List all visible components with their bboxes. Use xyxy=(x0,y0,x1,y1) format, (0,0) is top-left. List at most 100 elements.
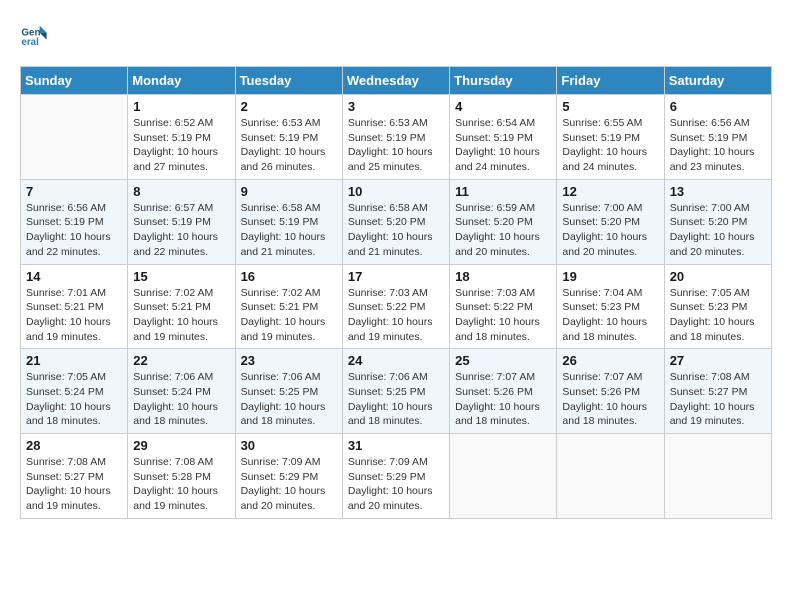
calendar-header-sunday: Sunday xyxy=(21,67,128,95)
calendar-cell: 22 Sunrise: 7:06 AM Sunset: 5:24 PM Dayli… xyxy=(128,349,235,434)
calendar-cell: 24 Sunrise: 7:06 AM Sunset: 5:25 PM Dayli… xyxy=(342,349,449,434)
day-detail: Sunrise: 6:52 AM Sunset: 5:19 PM Dayligh… xyxy=(133,116,229,175)
day-number: 19 xyxy=(562,269,658,284)
day-detail: Sunrise: 7:04 AM Sunset: 5:23 PM Dayligh… xyxy=(562,286,658,345)
day-detail: Sunrise: 7:03 AM Sunset: 5:22 PM Dayligh… xyxy=(348,286,444,345)
day-detail: Sunrise: 6:57 AM Sunset: 5:19 PM Dayligh… xyxy=(133,201,229,260)
day-number: 25 xyxy=(455,353,551,368)
day-detail: Sunrise: 7:08 AM Sunset: 5:27 PM Dayligh… xyxy=(26,455,122,514)
day-number: 3 xyxy=(348,99,444,114)
day-detail: Sunrise: 6:58 AM Sunset: 5:20 PM Dayligh… xyxy=(348,201,444,260)
day-number: 4 xyxy=(455,99,551,114)
day-detail: Sunrise: 6:56 AM Sunset: 5:19 PM Dayligh… xyxy=(26,201,122,260)
day-detail: Sunrise: 6:53 AM Sunset: 5:19 PM Dayligh… xyxy=(241,116,337,175)
day-number: 24 xyxy=(348,353,444,368)
calendar-cell xyxy=(557,434,664,519)
day-number: 5 xyxy=(562,99,658,114)
day-number: 17 xyxy=(348,269,444,284)
calendar-cell: 6Sunrise: 6:56 AM Sunset: 5:19 PM Daylig… xyxy=(664,95,771,180)
day-detail: Sunrise: 6:53 AM Sunset: 5:19 PM Dayligh… xyxy=(348,116,444,175)
day-detail: Sunrise: 7:09 AM Sunset: 5:29 PM Dayligh… xyxy=(348,455,444,514)
calendar-cell xyxy=(664,434,771,519)
day-number: 14 xyxy=(26,269,122,284)
svg-text:eral: eral xyxy=(21,37,39,48)
calendar-header-thursday: Thursday xyxy=(450,67,557,95)
calendar-cell: 19 Sunrise: 7:04 AM Sunset: 5:23 PM Dayli… xyxy=(557,264,664,349)
day-number: 29 xyxy=(133,438,229,453)
day-number: 2 xyxy=(241,99,337,114)
day-detail: Sunrise: 7:02 AM Sunset: 5:21 PM Dayligh… xyxy=(133,286,229,345)
day-number: 27 xyxy=(670,353,766,368)
day-detail: Sunrise: 7:02 AM Sunset: 5:21 PM Dayligh… xyxy=(241,286,337,345)
calendar-cell: 20Sunrise: 7:05 AM Sunset: 5:23 PM Dayli… xyxy=(664,264,771,349)
calendar: SundayMondayTuesdayWednesdayThursdayFrid… xyxy=(20,66,772,519)
calendar-cell: 10Sunrise: 6:58 AM Sunset: 5:20 PM Dayli… xyxy=(342,179,449,264)
day-number: 22 xyxy=(133,353,229,368)
day-number: 30 xyxy=(241,438,337,453)
calendar-cell: 26 Sunrise: 7:07 AM Sunset: 5:26 PM Dayli… xyxy=(557,349,664,434)
day-detail: Sunrise: 7:06 AM Sunset: 5:24 PM Dayligh… xyxy=(133,370,229,429)
day-detail: Sunrise: 7:01 AM Sunset: 5:21 PM Dayligh… xyxy=(26,286,122,345)
calendar-week-row: 21 Sunrise: 7:05 AM Sunset: 5:24 PM Dayli… xyxy=(21,349,772,434)
day-number: 8 xyxy=(133,184,229,199)
calendar-cell: 12 Sunrise: 7:00 AM Sunset: 5:20 PM Dayli… xyxy=(557,179,664,264)
day-number: 13 xyxy=(670,184,766,199)
calendar-cell: 11 Sunrise: 6:59 AM Sunset: 5:20 PM Dayli… xyxy=(450,179,557,264)
day-detail: Sunrise: 7:06 AM Sunset: 5:25 PM Dayligh… xyxy=(348,370,444,429)
day-number: 26 xyxy=(562,353,658,368)
day-number: 12 xyxy=(562,184,658,199)
logo-icon: Gen eral xyxy=(20,20,48,48)
day-detail: Sunrise: 6:55 AM Sunset: 5:19 PM Dayligh… xyxy=(562,116,658,175)
calendar-cell: 4 Sunrise: 6:54 AM Sunset: 5:19 PM Daylig… xyxy=(450,95,557,180)
calendar-cell: 18Sunrise: 7:03 AM Sunset: 5:22 PM Dayli… xyxy=(450,264,557,349)
calendar-cell xyxy=(21,95,128,180)
calendar-week-row: 1 Sunrise: 6:52 AM Sunset: 5:19 PM Daylig… xyxy=(21,95,772,180)
day-number: 16 xyxy=(241,269,337,284)
day-detail: Sunrise: 7:00 AM Sunset: 5:20 PM Dayligh… xyxy=(562,201,658,260)
day-detail: Sunrise: 7:07 AM Sunset: 5:26 PM Dayligh… xyxy=(455,370,551,429)
calendar-week-row: 7 Sunrise: 6:56 AM Sunset: 5:19 PM Daylig… xyxy=(21,179,772,264)
calendar-week-row: 28 Sunrise: 7:08 AM Sunset: 5:27 PM Dayli… xyxy=(21,434,772,519)
calendar-header-monday: Monday xyxy=(128,67,235,95)
calendar-cell: 25 Sunrise: 7:07 AM Sunset: 5:26 PM Dayli… xyxy=(450,349,557,434)
day-detail: Sunrise: 6:59 AM Sunset: 5:20 PM Dayligh… xyxy=(455,201,551,260)
day-number: 18 xyxy=(455,269,551,284)
calendar-cell: 23 Sunrise: 7:06 AM Sunset: 5:25 PM Dayli… xyxy=(235,349,342,434)
calendar-cell: 16 Sunrise: 7:02 AM Sunset: 5:21 PM Dayli… xyxy=(235,264,342,349)
day-number: 9 xyxy=(241,184,337,199)
calendar-cell: 14 Sunrise: 7:01 AM Sunset: 5:21 PM Dayli… xyxy=(21,264,128,349)
day-detail: Sunrise: 7:07 AM Sunset: 5:26 PM Dayligh… xyxy=(562,370,658,429)
day-detail: Sunrise: 7:08 AM Sunset: 5:27 PM Dayligh… xyxy=(670,370,766,429)
day-number: 7 xyxy=(26,184,122,199)
calendar-cell: 28 Sunrise: 7:08 AM Sunset: 5:27 PM Dayli… xyxy=(21,434,128,519)
calendar-cell: 8 Sunrise: 6:57 AM Sunset: 5:19 PM Daylig… xyxy=(128,179,235,264)
day-number: 31 xyxy=(348,438,444,453)
day-number: 11 xyxy=(455,184,551,199)
day-number: 15 xyxy=(133,269,229,284)
day-detail: Sunrise: 7:05 AM Sunset: 5:23 PM Dayligh… xyxy=(670,286,766,345)
calendar-cell: 29Sunrise: 7:08 AM Sunset: 5:28 PM Dayli… xyxy=(128,434,235,519)
calendar-header-row: SundayMondayTuesdayWednesdayThursdayFrid… xyxy=(21,67,772,95)
calendar-cell: 21 Sunrise: 7:05 AM Sunset: 5:24 PM Dayli… xyxy=(21,349,128,434)
day-detail: Sunrise: 7:06 AM Sunset: 5:25 PM Dayligh… xyxy=(241,370,337,429)
day-detail: Sunrise: 7:05 AM Sunset: 5:24 PM Dayligh… xyxy=(26,370,122,429)
day-detail: Sunrise: 6:54 AM Sunset: 5:19 PM Dayligh… xyxy=(455,116,551,175)
day-number: 23 xyxy=(241,353,337,368)
calendar-cell: 31 Sunrise: 7:09 AM Sunset: 5:29 PM Dayli… xyxy=(342,434,449,519)
calendar-cell: 2 Sunrise: 6:53 AM Sunset: 5:19 PM Daylig… xyxy=(235,95,342,180)
calendar-header-tuesday: Tuesday xyxy=(235,67,342,95)
calendar-cell: 17 Sunrise: 7:03 AM Sunset: 5:22 PM Dayli… xyxy=(342,264,449,349)
calendar-header-saturday: Saturday xyxy=(664,67,771,95)
day-detail: Sunrise: 6:58 AM Sunset: 5:19 PM Dayligh… xyxy=(241,201,337,260)
day-detail: Sunrise: 7:09 AM Sunset: 5:29 PM Dayligh… xyxy=(241,455,337,514)
day-number: 28 xyxy=(26,438,122,453)
calendar-cell: 3 Sunrise: 6:53 AM Sunset: 5:19 PM Daylig… xyxy=(342,95,449,180)
calendar-cell: 1 Sunrise: 6:52 AM Sunset: 5:19 PM Daylig… xyxy=(128,95,235,180)
calendar-cell: 27 Sunrise: 7:08 AM Sunset: 5:27 PM Dayli… xyxy=(664,349,771,434)
day-detail: Sunrise: 6:56 AM Sunset: 5:19 PM Dayligh… xyxy=(670,116,766,175)
day-number: 1 xyxy=(133,99,229,114)
day-number: 21 xyxy=(26,353,122,368)
calendar-header-wednesday: Wednesday xyxy=(342,67,449,95)
calendar-cell: 9 Sunrise: 6:58 AM Sunset: 5:19 PM Daylig… xyxy=(235,179,342,264)
day-detail: Sunrise: 7:00 AM Sunset: 5:20 PM Dayligh… xyxy=(670,201,766,260)
